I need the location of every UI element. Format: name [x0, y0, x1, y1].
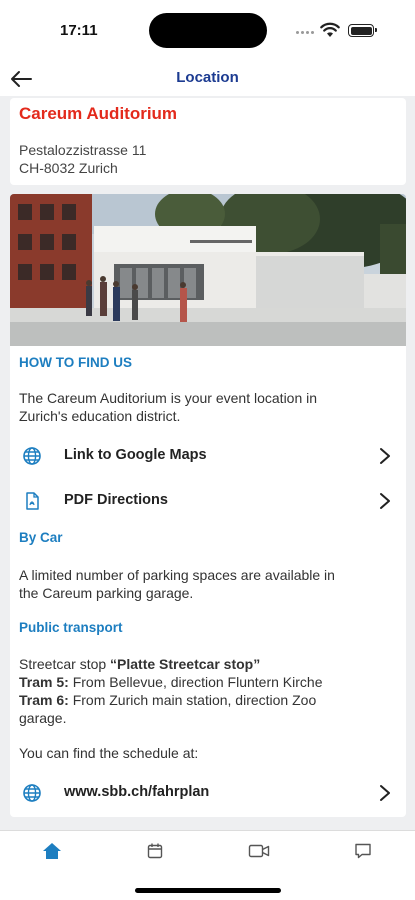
tab-home[interactable] [40, 841, 64, 861]
dynamic-island [149, 13, 267, 48]
pdf-icon [26, 492, 39, 510]
tram5-text: From Bellevue, direction Fluntern Kirche [68, 674, 323, 690]
streetcar-stop-name: “Platte Streetcar stop” [110, 656, 261, 672]
venue-card: Careum Auditorium Pestalozzistrasse 11 C… [10, 98, 406, 185]
intro-line-1: The Careum Auditorium is your event loca… [19, 390, 318, 406]
venue-photo [10, 194, 406, 346]
tab-calendar[interactable] [143, 841, 167, 861]
pdf-directions-label: PDF Directions [64, 492, 168, 508]
how-to-find-heading: HOW TO FIND US [19, 355, 132, 370]
intro-line-2: Zurich's education district. [19, 408, 181, 424]
google-maps-link[interactable]: Link to Google Maps [10, 436, 406, 476]
directions-card: HOW TO FIND US The Careum Auditorium is … [10, 194, 406, 817]
google-maps-label: Link to Google Maps [64, 447, 207, 463]
tab-video[interactable] [247, 841, 271, 861]
tram6-label: Tram 6: [19, 692, 69, 708]
calendar-icon [147, 843, 163, 859]
schedule-text: You can find the schedule at: [19, 745, 199, 761]
signal-icon [296, 31, 314, 34]
public-transport-heading: Public transport [19, 620, 123, 635]
sbb-schedule-link[interactable]: www.sbb.ch/fahrplan [10, 773, 406, 813]
by-car-line-1: A limited number of parking spaces are a… [19, 567, 335, 583]
status-bar: 17:11 [0, 0, 415, 62]
by-car-line-2: the Careum parking garage. [19, 585, 194, 601]
chevron-right-icon [380, 448, 390, 464]
wifi-icon [320, 22, 340, 37]
status-time: 17:11 [60, 22, 98, 39]
public-transport-text: Streetcar stop “Platte Streetcar stop” T… [19, 655, 399, 727]
page-title: Location [176, 69, 239, 86]
pdf-directions-link[interactable]: PDF Directions [10, 481, 406, 521]
tram6-line: Tram 6: From Zurich main station, direct… [19, 691, 399, 709]
tram6-line-cont: garage. [19, 710, 67, 726]
streetcar-stop-prefix: Streetcar stop [19, 656, 111, 672]
address-line-1: Pestalozzistrasse 11 [19, 142, 147, 158]
globe-icon [23, 447, 41, 465]
home-icon [43, 843, 61, 859]
tab-chat[interactable] [351, 841, 375, 861]
by-car-heading: By Car [19, 530, 63, 545]
home-indicator [135, 888, 281, 893]
battery-icon [348, 24, 377, 37]
venue-name: Careum Auditorium [19, 104, 178, 123]
tram6-text: From Zurich main station, direction Zoo [68, 692, 317, 708]
globe-icon [23, 784, 41, 802]
tram5-label: Tram 5: [19, 674, 69, 690]
nav-bar: Location [0, 62, 415, 96]
intro-text: The Careum Auditorium is your event loca… [19, 389, 399, 425]
streetcar-stop-line: Streetcar stop “Platte Streetcar stop” [19, 655, 399, 673]
chevron-right-icon [380, 785, 390, 801]
chevron-right-icon [380, 493, 390, 509]
sbb-link-label: www.sbb.ch/fahrplan [64, 784, 210, 800]
chat-icon [355, 843, 371, 859]
tram5-line: Tram 5: From Bellevue, direction Flunter… [19, 673, 399, 691]
video-icon [248, 844, 270, 858]
address-line-2: CH-8032 Zurich [19, 160, 118, 176]
by-car-text: A limited number of parking spaces are a… [19, 566, 399, 602]
